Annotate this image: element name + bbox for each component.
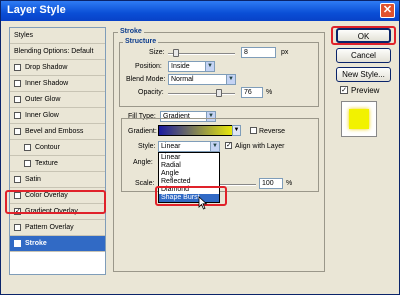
preview-label: Preview: [351, 86, 380, 95]
reverse-checkbox[interactable]: [250, 127, 257, 134]
style-list-checkbox[interactable]: [14, 224, 21, 231]
chevron-down-icon: ▼: [226, 75, 235, 84]
style-list-label: Pattern Overlay: [25, 224, 74, 231]
position-value: Inside: [171, 63, 190, 70]
gradient-label: Gradient:: [128, 128, 157, 135]
window-title: Layer Style: [7, 4, 66, 16]
style-list-item[interactable]: Outer Glow: [10, 92, 105, 108]
scale-label: Scale:: [135, 180, 155, 187]
style-option[interactable]: Reflected: [159, 178, 219, 186]
style-list-label: Drop Shadow: [25, 64, 68, 71]
style-list-item[interactable]: Texture: [10, 156, 105, 172]
cancel-button[interactable]: Cancel: [336, 48, 391, 63]
stroke-group-title: Stroke: [118, 28, 144, 35]
reverse-label: Reverse: [259, 128, 286, 135]
style-list-checkbox[interactable]: ✓: [14, 240, 21, 247]
align-with-layer-checkbox[interactable]: ✓: [225, 142, 232, 149]
style-list-label: Styles: [14, 32, 34, 39]
size-input[interactable]: 8: [241, 47, 276, 58]
style-value: Linear: [161, 143, 181, 150]
style-list-checkbox[interactable]: [14, 96, 21, 103]
style-list-checkbox[interactable]: [14, 64, 21, 71]
preview-checkbox[interactable]: ✓: [340, 86, 348, 94]
opacity-slider[interactable]: [168, 93, 235, 95]
style-list-item[interactable]: Drop Shadow: [10, 60, 105, 76]
angle-label: Angle:: [133, 159, 153, 166]
style-list-checkbox[interactable]: [14, 80, 21, 87]
scale-unit: %: [286, 180, 293, 187]
gradient-swatch[interactable]: [158, 125, 238, 136]
style-list-checkbox[interactable]: [14, 176, 21, 183]
style-label: Style:: [138, 143, 156, 150]
style-list-label: Bevel and Emboss: [25, 128, 84, 135]
chevron-down-icon[interactable]: ▼: [232, 125, 241, 136]
style-list-item[interactable]: Inner Shadow: [10, 76, 105, 92]
new-style-button[interactable]: New Style...: [336, 67, 391, 82]
style-list-item[interactable]: Blending Options: Default: [10, 44, 105, 60]
style-list-item[interactable]: Styles: [10, 28, 105, 44]
preview-swatch: [349, 109, 369, 129]
style-list-item[interactable]: Pattern Overlay: [10, 220, 105, 236]
title-bar: Layer Style ✕: [1, 1, 399, 21]
style-list-label: Blending Options: Default: [14, 48, 94, 55]
style-list-item[interactable]: Inner Glow: [10, 108, 105, 124]
style-list-label: Contour: [35, 144, 60, 151]
position-select[interactable]: Inside ▼: [168, 61, 215, 72]
style-list-label: Texture: [35, 160, 58, 167]
style-list-checkbox[interactable]: [24, 144, 31, 151]
style-option[interactable]: Linear: [159, 154, 219, 162]
chevron-down-icon: ▼: [205, 62, 214, 71]
style-list-label: Satin: [25, 176, 41, 183]
stroke-highlight-box: [5, 190, 106, 214]
blend-mode-label: Blend Mode:: [126, 76, 166, 83]
style-select[interactable]: Linear ▼: [158, 141, 220, 152]
layer-style-dialog: Layer Style ✕ Styles Blending Options: De…: [0, 0, 400, 295]
style-list-label: Outer Glow: [25, 96, 61, 103]
opacity-label: Opacity:: [138, 89, 164, 96]
align-with-layer-label: Align with Layer: [235, 143, 285, 150]
opacity-slider-knob[interactable]: [216, 89, 222, 97]
style-option[interactable]: Angle: [159, 170, 219, 178]
structure-title: Structure: [123, 38, 159, 45]
styles-panel: Styles Blending Options: Default Drop Shad…: [9, 27, 106, 275]
style-list-checkbox[interactable]: [14, 112, 21, 119]
chevron-down-icon: ▼: [210, 142, 219, 151]
style-list-label: Inner Glow: [25, 112, 59, 119]
size-label: Size:: [149, 49, 165, 56]
style-list-label: Stroke: [25, 240, 47, 247]
style-list-item[interactable]: Contour: [10, 140, 105, 156]
shape-burst-highlight-box: [155, 186, 227, 206]
blend-mode-select[interactable]: Normal ▼: [168, 74, 236, 85]
style-list-checkbox[interactable]: [14, 128, 21, 135]
opacity-unit: %: [266, 89, 273, 96]
size-unit: px: [281, 49, 289, 56]
style-option[interactable]: Radial: [159, 162, 219, 170]
style-list-item[interactable]: Bevel and Emboss: [10, 124, 105, 140]
style-list-item[interactable]: ✓ Stroke: [10, 236, 105, 252]
ok-button[interactable]: OK: [336, 28, 391, 43]
style-list-label: Inner Shadow: [25, 80, 69, 87]
position-label: Position:: [135, 63, 162, 70]
style-list-checkbox[interactable]: [24, 160, 31, 167]
close-icon[interactable]: ✕: [380, 3, 395, 18]
style-list-item[interactable]: Satin: [10, 172, 105, 188]
blend-mode-value: Normal: [171, 76, 194, 83]
mouse-cursor-icon: [198, 196, 208, 210]
opacity-input[interactable]: 76: [241, 87, 263, 98]
scale-input[interactable]: 100: [259, 178, 283, 189]
size-slider-knob[interactable]: [173, 49, 179, 57]
preview-thumbnail: [341, 101, 377, 137]
